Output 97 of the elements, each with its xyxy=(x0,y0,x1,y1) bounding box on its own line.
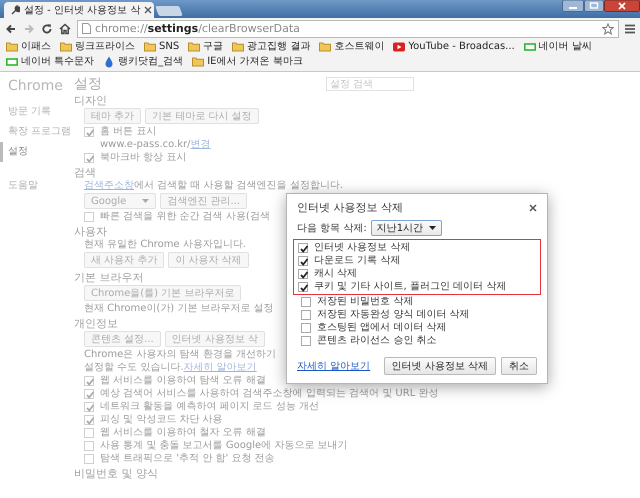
section-title: 디자인 xyxy=(74,94,107,107)
page-icon xyxy=(82,23,91,34)
bookmark[interactable]: 링크프라이스 xyxy=(60,40,135,54)
description-text: 설정할 수도 있습니다. xyxy=(84,361,184,374)
close-icon[interactable] xyxy=(529,204,537,212)
close-icon[interactable] xyxy=(144,6,152,14)
checkbox[interactable] xyxy=(84,454,94,464)
checkbox[interactable] xyxy=(84,376,94,386)
checkbox[interactable] xyxy=(301,322,311,332)
checkbox[interactable] xyxy=(298,268,308,278)
address-field[interactable]: chrome://settings/clearBrowserData xyxy=(77,20,619,38)
checkbox[interactable] xyxy=(84,428,94,438)
section-title: 사용자 xyxy=(74,225,107,238)
bookmark[interactable]: 네이버 특수문자 xyxy=(6,55,94,69)
reload-button[interactable] xyxy=(41,22,53,34)
checkbox[interactable] xyxy=(298,282,308,292)
bookmark[interactable]: 이패스 xyxy=(6,40,51,54)
checkbox-label: 홈 버튼 표시 xyxy=(100,125,156,138)
section-title: 비밀번호 및 양식 xyxy=(74,467,158,480)
maximize-button[interactable] xyxy=(584,0,604,12)
description-text: 에서 검색할 때 사용할 검색엔진을 설정합니다. xyxy=(134,179,344,192)
checkbox-label: 웹 서비스를 이용하여 철자 오류 해결 xyxy=(100,426,266,439)
close-button[interactable] xyxy=(604,0,640,12)
minimize-button[interactable] xyxy=(562,0,584,12)
home-button[interactable] xyxy=(59,22,71,34)
bookmark[interactable]: 랭키닷컴_검색 xyxy=(103,55,184,69)
sidebar-item[interactable]: 설정 xyxy=(0,142,72,162)
drop-icon xyxy=(103,56,116,68)
search-field[interactable]: 설정 검색 xyxy=(326,77,414,91)
description-text: www.e-pass.co.kr/ xyxy=(100,138,191,151)
check-icon xyxy=(85,128,95,138)
app-title: Chrome xyxy=(7,77,64,96)
checkbox-label: 사용 통계 및 충돌 보고서를 Google에 자동으로 보내기 xyxy=(100,439,348,452)
checkbox-label: 예상 검색어 서비스를 사용하여 검색주소창에 입력되는 검색어 및 URL 완성 xyxy=(100,387,438,400)
check-icon xyxy=(85,154,95,164)
bookmark[interactable]: 호스트웨이 xyxy=(319,40,384,54)
checkbox-label: 탐색 트래픽으로 '추적 안 함' 요청 전송 xyxy=(100,452,275,465)
checkbox-label: 캐시 삭제 xyxy=(314,267,358,280)
checkbox-label: 인터넷 사용정보 삭제 xyxy=(314,241,410,254)
menu-icon[interactable] xyxy=(625,24,635,34)
bookmark[interactable]: SNS xyxy=(144,40,180,54)
description-text: 현재 Chrome이(가) 기본 브라우저로 설정 xyxy=(84,302,274,315)
caret-icon xyxy=(429,226,436,230)
checkbox[interactable] xyxy=(301,310,311,320)
folder-icon xyxy=(188,41,200,53)
folder-icon xyxy=(319,41,332,53)
checkbox[interactable] xyxy=(301,336,311,346)
bookmark[interactable]: 구글 xyxy=(188,40,224,54)
back-button[interactable] xyxy=(5,22,17,34)
bookmark[interactable]: 네이버 날씨 xyxy=(524,40,592,54)
checkbox[interactable] xyxy=(298,256,308,266)
time-range-dropdown[interactable]: 지난1시간 xyxy=(370,220,442,236)
folder-icon xyxy=(60,41,72,53)
new-tab-button[interactable] xyxy=(155,6,183,16)
checkbox[interactable] xyxy=(84,152,94,162)
browser-tab[interactable]: 설정 - 인터넷 사용정보 삭 xyxy=(4,2,154,18)
star-icon[interactable] xyxy=(602,22,614,34)
checkbox-label: 저장된 자동완성 양식 데이터 삭제 xyxy=(317,308,470,321)
description-text: Chrome은 사용자의 탐색 환경을 개선하기 xyxy=(84,348,276,361)
wrench-icon xyxy=(10,5,20,15)
checkbox[interactable] xyxy=(84,388,94,398)
rectangle-icon xyxy=(6,56,18,68)
folder-icon xyxy=(232,41,244,53)
checkbox[interactable] xyxy=(84,414,94,424)
bookmark[interactable]: 광고집행 결과 xyxy=(232,40,310,54)
folder-icon xyxy=(144,41,156,53)
checkbox-label: 웹 서비스를 이용하여 탐색 오류 해결 xyxy=(100,374,266,387)
checkbox-label: 북마크바 항상 표시 xyxy=(100,151,186,164)
section-title: 개인정보 xyxy=(74,317,118,330)
checkbox[interactable] xyxy=(84,440,94,450)
bookmark[interactable]: IE에서 가져온 북마크 xyxy=(192,55,303,69)
checkbox-label: 저장된 비밀번호 삭제 xyxy=(317,295,414,308)
field-label: 다음 항목 삭제: xyxy=(297,222,367,235)
checkbox-label: 쿠키 및 기타 사이트, 플러그인 데이터 삭제 xyxy=(314,280,506,293)
checkbox-label: 피싱 및 악성코드 차단 사용 xyxy=(100,413,223,426)
dialog-button[interactable]: 취소 xyxy=(501,357,537,375)
caret-icon xyxy=(142,199,150,203)
checkbox[interactable] xyxy=(301,296,311,306)
checkbox-label: 호스팅된 앱에서 데이터 삭제 xyxy=(317,321,447,334)
checkbox-label: 네트워크 활동을 예측하여 페이지 로드 성능 개선 xyxy=(100,400,320,413)
bookmark[interactable]: YouTube - Broadcas... xyxy=(393,40,515,54)
checkbox[interactable] xyxy=(84,126,94,136)
checkbox[interactable] xyxy=(298,242,308,252)
dialog-title: 인터넷 사용정보 삭제 xyxy=(297,200,403,216)
page-title: 설정 xyxy=(74,75,102,93)
checkbox-label: 콘텐츠 라이선스 승인 취소 xyxy=(317,334,437,347)
section-title: 기본 브라우저 xyxy=(74,271,144,284)
section-title: 검색 xyxy=(74,166,96,179)
checkbox[interactable] xyxy=(84,402,94,412)
checkbox-label: 다운로드 기록 삭제 xyxy=(314,254,400,267)
checkbox-label: 빠른 검색을 위한 순간 검색 사용(검색 xyxy=(100,210,270,223)
link[interactable]: 자세히 알아보기 xyxy=(297,359,370,373)
checkbox[interactable] xyxy=(84,212,94,222)
folder-icon xyxy=(6,41,18,53)
description-text: 현재 유일한 Chrome 사용자입니다. xyxy=(84,238,246,251)
dialog-button[interactable]: 인터넷 사용정보 삭제 xyxy=(384,357,496,375)
folder-icon xyxy=(192,56,204,68)
